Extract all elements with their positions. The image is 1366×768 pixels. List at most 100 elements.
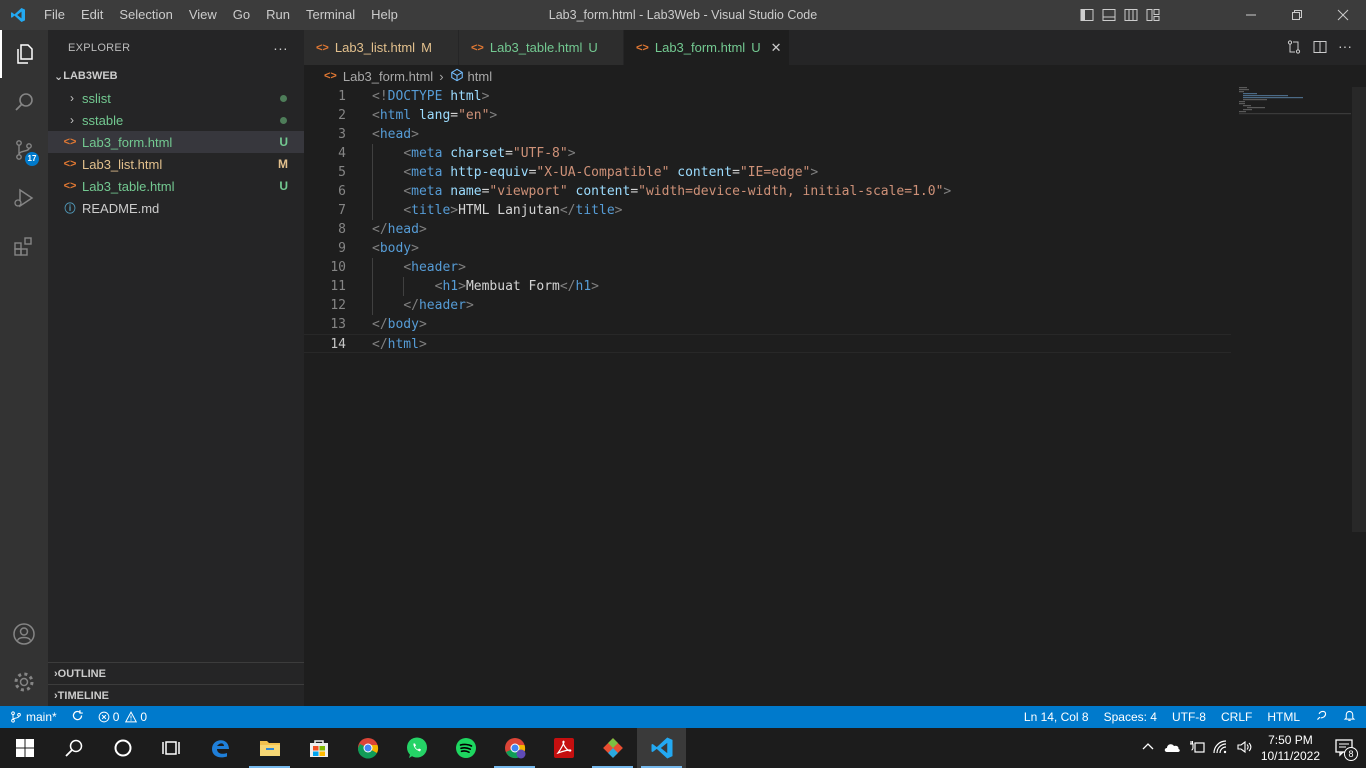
accounts-icon[interactable] (0, 610, 48, 658)
vertical-scrollbar[interactable] (1352, 87, 1366, 532)
breadcrumb-file[interactable]: Lab3_form.html (343, 69, 433, 84)
code-line[interactable]: 11 <h1>Membuat Form</h1> (304, 277, 1366, 296)
menu-run[interactable]: Run (258, 0, 298, 30)
menu-terminal[interactable]: Terminal (298, 0, 363, 30)
explorer-more-button[interactable]: ··· (273, 40, 288, 56)
problems-indicator[interactable]: 0 0 (98, 710, 147, 724)
split-editor-icon[interactable] (1312, 39, 1328, 55)
code-line[interactable]: 12 </header> (304, 296, 1366, 315)
search-icon[interactable] (0, 78, 48, 126)
extensions-icon[interactable] (0, 222, 48, 270)
code-line[interactable]: 4 <meta charset="UTF-8"> (304, 144, 1366, 163)
timeline-section[interactable]: › TIMELINE (48, 684, 304, 706)
minimap[interactable] (1239, 87, 1351, 127)
breadcrumb-symbol[interactable]: html (468, 69, 493, 84)
html-file-icon: <> (63, 136, 77, 148)
menu-selection[interactable]: Selection (111, 0, 180, 30)
close-window-button[interactable] (1320, 0, 1366, 30)
menu-edit[interactable]: Edit (73, 0, 111, 30)
volume-icon[interactable] (1237, 740, 1253, 757)
sync-icon[interactable] (71, 709, 84, 725)
open-changes-icon[interactable] (1286, 39, 1302, 55)
tree-item-lab3-table[interactable]: <> Lab3_table.html U (48, 175, 304, 197)
acrobat-reader-icon[interactable] (539, 728, 588, 768)
branch-indicator[interactable]: main* (10, 710, 57, 724)
clock-date: 10/11/2022 (1260, 749, 1320, 763)
code-line[interactable]: 9 <body> (304, 239, 1366, 258)
task-view-icon[interactable] (147, 728, 196, 768)
customize-layout-icon[interactable] (1145, 7, 1161, 23)
tree-item-readme[interactable]: ⓘ README.md (48, 197, 304, 219)
taskbar-clock[interactable]: 7:50 PM 10/11/2022 (1261, 732, 1320, 764)
line-number: 9 (338, 241, 346, 256)
source-control-icon[interactable]: 17 (0, 126, 48, 174)
code-line[interactable]: 10 <header> (304, 258, 1366, 277)
toggle-panel-icon[interactable] (1101, 7, 1117, 23)
wifi-icon[interactable] (1213, 739, 1229, 757)
chrome-profile-icon[interactable] (490, 728, 539, 768)
modified-dot-icon (280, 116, 287, 124)
run-debug-icon[interactable] (0, 174, 48, 222)
tree-item-sslist[interactable]: › sslist (48, 87, 304, 109)
file-explorer-icon[interactable] (245, 728, 294, 768)
notification-center-icon[interactable]: 8 (1334, 737, 1358, 761)
code-line[interactable]: 2 <html lang="en"> (304, 106, 1366, 125)
code-line[interactable]: 3 <head> (304, 125, 1366, 144)
tab-label: Lab3_form.html (654, 40, 746, 55)
code-editor[interactable]: 1 <!DOCTYPE html> 2 <html lang="en"> 3 <head>… (304, 87, 1366, 706)
tab-lab3-form[interactable]: <> Lab3_form.html U ✕ (624, 30, 790, 65)
power-icon[interactable] (1189, 740, 1205, 757)
feedback-icon[interactable] (1315, 709, 1328, 725)
onedrive-icon[interactable] (1163, 740, 1181, 757)
code-line[interactable]: 5 <meta http-equiv="X-UA-Compatible" con… (304, 163, 1366, 182)
windows-start-icon[interactable] (0, 728, 49, 768)
code-text: <meta http-equiv="X-UA-Compatible" conte… (403, 165, 819, 180)
chevron-up-icon[interactable] (1141, 740, 1155, 757)
menu-go[interactable]: Go (225, 0, 258, 30)
minimize-button[interactable] (1228, 0, 1274, 30)
gear-icon[interactable] (0, 658, 48, 706)
code-line[interactable]: 1 <!DOCTYPE html> (304, 87, 1366, 106)
microsoft-store-icon[interactable] (294, 728, 343, 768)
chrome-icon[interactable] (343, 728, 392, 768)
menu-file[interactable]: File (36, 0, 73, 30)
tree-item-lab3-list[interactable]: <> Lab3_list.html M (48, 153, 304, 175)
code-line[interactable]: 13 </body> (304, 315, 1366, 334)
tree-item-sstable[interactable]: › sstable (48, 109, 304, 131)
encoding[interactable]: UTF-8 (1172, 710, 1206, 724)
whatsapp-icon[interactable] (392, 728, 441, 768)
outline-section[interactable]: › OUTLINE (48, 662, 304, 684)
tree-item-label: sstable (82, 112, 124, 128)
end-of-line[interactable]: CRLF (1221, 710, 1252, 724)
cortana-icon[interactable] (98, 728, 147, 768)
line-number: 3 (338, 127, 346, 142)
vscode-taskbar-icon[interactable] (637, 728, 686, 768)
indentation[interactable]: Spaces: 4 (1104, 710, 1157, 724)
restore-button[interactable] (1274, 0, 1320, 30)
close-tab-icon[interactable]: ✕ (771, 40, 782, 56)
cursor-position[interactable]: Ln 14, Col 8 (1024, 710, 1089, 724)
explorer-title: EXPLORER (68, 41, 131, 54)
chevron-right-icon: › (70, 113, 74, 127)
git-gui-icon[interactable] (588, 728, 637, 768)
tree-item-lab3-form[interactable]: <> Lab3_form.html U (48, 131, 304, 153)
language-mode[interactable]: HTML (1267, 710, 1300, 724)
taskbar-search-icon[interactable] (49, 728, 98, 768)
toggle-primary-sidebar-icon[interactable] (1079, 7, 1095, 23)
menu-help[interactable]: Help (363, 0, 406, 30)
notifications-bell-icon[interactable] (1343, 709, 1356, 725)
tab-lab3-table[interactable]: <> Lab3_table.html U (459, 30, 624, 65)
workspace-root[interactable]: ⌄ LAB3WEB (48, 65, 304, 87)
code-line[interactable]: 7 <title>HTML Lanjutan</title> (304, 201, 1366, 220)
explorer-icon[interactable] (0, 30, 48, 78)
toggle-secondary-sidebar-icon[interactable] (1123, 7, 1139, 23)
edge-browser-icon[interactable] (196, 728, 245, 768)
code-line[interactable]: 8 </head> (304, 220, 1366, 239)
tab-lab3-list[interactable]: <> Lab3_list.html M (304, 30, 459, 65)
code-line[interactable]: 14 </html> (304, 334, 1231, 353)
menu-view[interactable]: View (181, 0, 225, 30)
code-line[interactable]: 6 <meta name="viewport" content="width=d… (304, 182, 1366, 201)
code-area[interactable]: 1 <!DOCTYPE html> 2 <html lang="en"> 3 <head>… (304, 87, 1366, 353)
more-actions-icon[interactable]: ··· (1338, 39, 1354, 55)
spotify-icon[interactable] (441, 728, 490, 768)
